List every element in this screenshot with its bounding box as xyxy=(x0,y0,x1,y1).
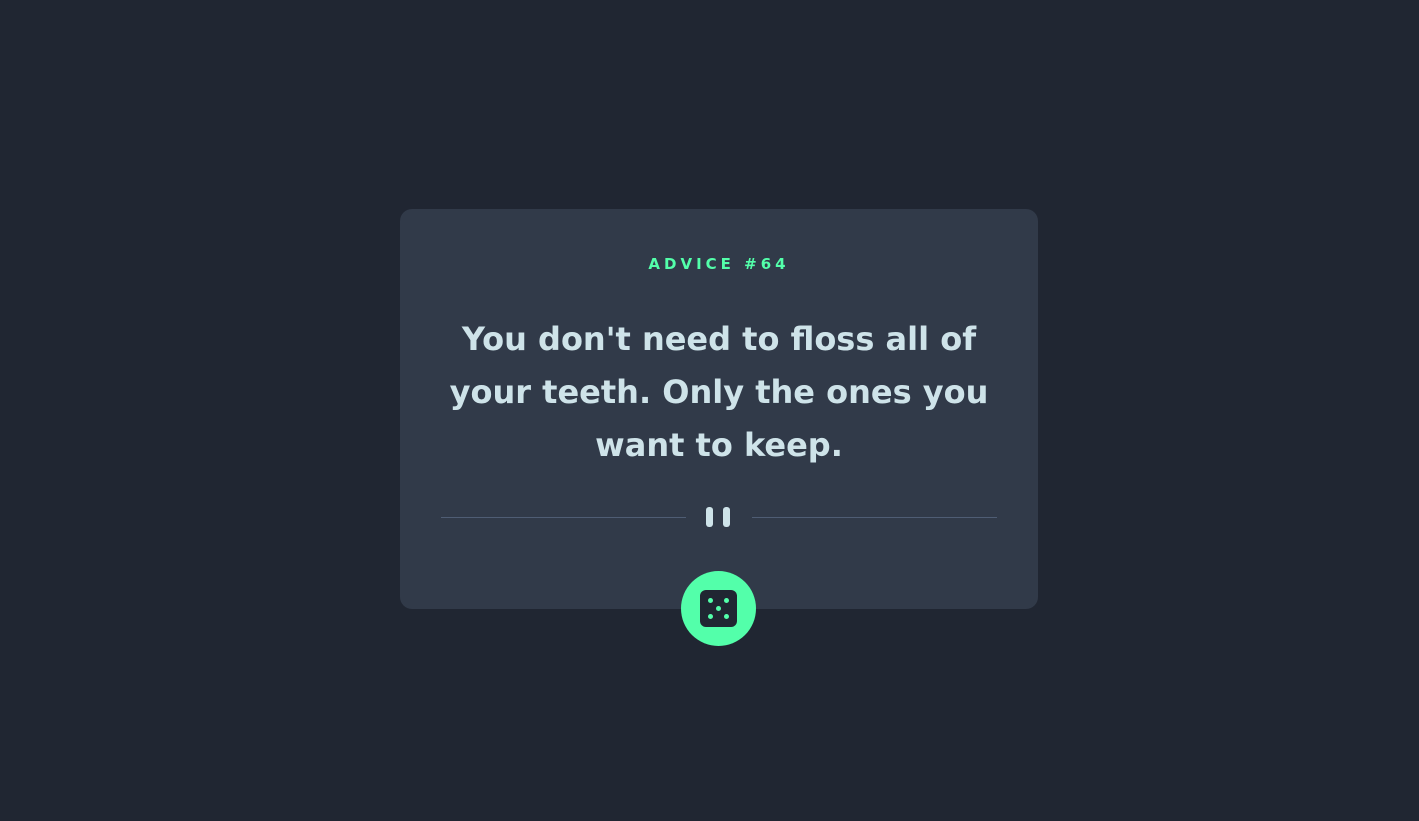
advice-id-label: ADVICE #64 xyxy=(648,255,790,273)
pause-icon xyxy=(706,507,732,527)
divider-line-left xyxy=(441,517,686,518)
divider-line-right xyxy=(752,517,997,518)
dice-icon xyxy=(700,590,737,627)
advice-quote: You don't need to floss all of your teet… xyxy=(449,320,989,464)
new-advice-button[interactable] xyxy=(681,571,756,646)
advice-card: ADVICE #64 You don't need to floss all o… xyxy=(400,209,1038,609)
pattern-divider xyxy=(441,505,997,529)
